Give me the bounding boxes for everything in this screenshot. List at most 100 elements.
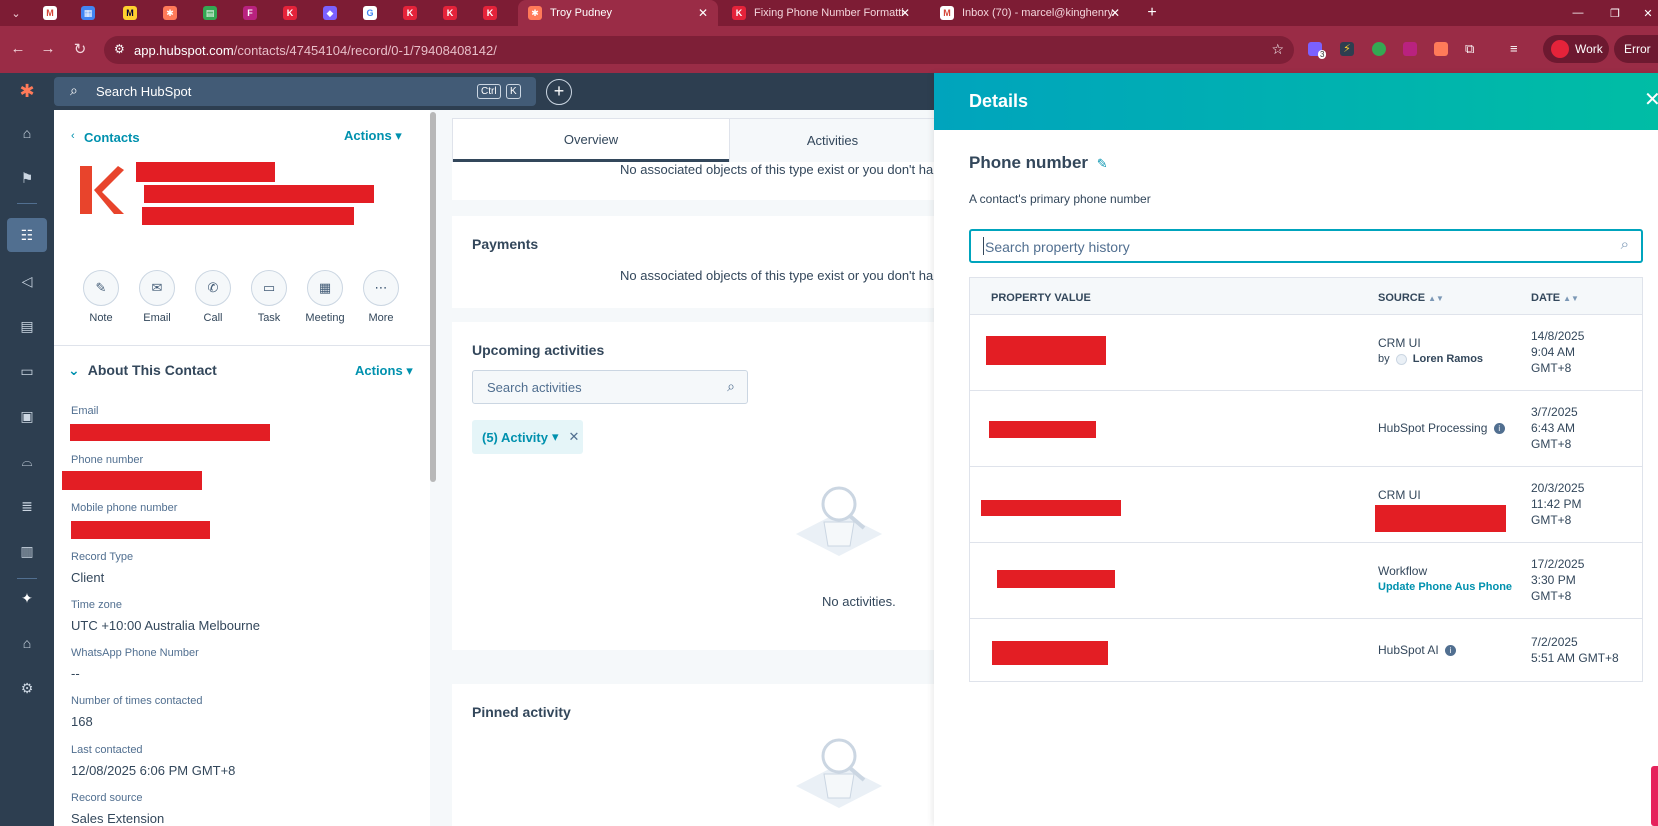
pinned-tab-k1[interactable]: K bbox=[272, 0, 308, 26]
service-icon[interactable]: ⌓ bbox=[17, 451, 37, 471]
property-value-last-contacted[interactable]: 12/08/2025 6:06 PM GMT+8 bbox=[71, 763, 235, 778]
close-tab-icon[interactable]: ✕ bbox=[1110, 6, 1120, 20]
bookmark-star-icon[interactable]: ☆ bbox=[1271, 41, 1284, 58]
pinned-tab-miro[interactable]: M bbox=[112, 0, 148, 26]
meeting-action-button[interactable]: ▦ Meeting bbox=[297, 270, 353, 324]
content-icon[interactable]: ▤ bbox=[17, 316, 37, 336]
browser-error-chip[interactable]: Error bbox=[1614, 35, 1658, 63]
sheets-icon: ▤ bbox=[203, 6, 217, 20]
table-row: HubSpot Processing i 3/7/2025 6:43 AM GM… bbox=[970, 391, 1642, 467]
task-action-button[interactable]: ▭ Task bbox=[241, 270, 297, 324]
pinned-tab-figma[interactable]: ◆ bbox=[312, 0, 348, 26]
minimize-icon[interactable]: — bbox=[1570, 0, 1586, 26]
tab-overview[interactable]: Overview bbox=[453, 119, 729, 162]
global-search-input[interactable]: ⌕ Search HubSpot Ctrl K bbox=[54, 77, 536, 106]
pinned-tab-k4[interactable]: K bbox=[472, 0, 508, 26]
pinned-tab-google[interactable]: G bbox=[352, 0, 388, 26]
close-tab-icon[interactable]: ✕ bbox=[900, 6, 910, 20]
marketplace-icon[interactable]: ⌂ bbox=[17, 633, 37, 653]
url-omnibox[interactable]: ⚙ app.hubspot.com/contacts/47454104/reco… bbox=[104, 36, 1294, 64]
restore-icon[interactable]: ❐ bbox=[1607, 0, 1623, 26]
k-logo-icon: K bbox=[443, 6, 457, 20]
redacted-email-value[interactable] bbox=[70, 424, 270, 441]
pinned-tab-k3[interactable]: K bbox=[432, 0, 468, 26]
bookmark-icon[interactable]: ⚑ bbox=[17, 168, 37, 188]
tab-troy-pudney[interactable]: ✱ Troy Pudney ✕ bbox=[518, 0, 718, 26]
source-cell: HubSpot AI i bbox=[1378, 643, 1457, 657]
pinned-tab-k2[interactable]: K bbox=[392, 0, 428, 26]
floating-widget-tab[interactable] bbox=[1651, 766, 1658, 826]
pinned-tab-gmail[interactable]: M bbox=[32, 0, 68, 26]
workflow-link[interactable]: Update Phone Aus Phone bbox=[1378, 581, 1512, 593]
tab-fixing-phone-number[interactable]: K Fixing Phone Number Formatting ✕ bbox=[722, 0, 920, 26]
email-action-button[interactable]: ✉ Email bbox=[129, 270, 185, 324]
marketing-megaphone-icon[interactable]: ◁ bbox=[17, 271, 37, 291]
redacted-mobile-value[interactable] bbox=[71, 521, 210, 539]
about-section-toggle[interactable]: ⌄ About This Contact bbox=[68, 362, 217, 379]
property-value-time-zone[interactable]: UTC +10:00 Australia Melbourne bbox=[71, 618, 260, 633]
extension-badge: 3 bbox=[1318, 50, 1327, 59]
forward-arrow-icon[interactable]: → bbox=[38, 40, 58, 57]
wallet-icon[interactable]: ▣ bbox=[17, 406, 37, 426]
redacted-phone-value[interactable] bbox=[62, 471, 202, 490]
property-value-times-contacted[interactable]: 168 bbox=[71, 714, 93, 729]
puzzle-extensions-icon[interactable]: ⧉ bbox=[1465, 42, 1479, 56]
more-action-button[interactable]: ⋯ More bbox=[353, 270, 409, 324]
tab-search-chevron-icon[interactable]: ⌄ bbox=[4, 0, 28, 26]
reports-icon[interactable]: ▥ bbox=[17, 541, 37, 561]
k-logo-icon: K bbox=[732, 6, 746, 20]
tab-inbox[interactable]: M Inbox (70) - marcel@kinghenry. ✕ bbox=[930, 0, 1130, 26]
info-icon[interactable]: i bbox=[1445, 645, 1457, 657]
property-value-record-source[interactable]: Sales Extension bbox=[71, 811, 164, 826]
settings-gear-icon[interactable]: ⚙ bbox=[17, 678, 37, 698]
ai-sparkle-icon[interactable]: ✦ bbox=[17, 588, 37, 608]
commerce-icon[interactable]: ▭ bbox=[17, 361, 37, 381]
info-icon[interactable]: i bbox=[1493, 423, 1505, 435]
data-management-icon[interactable]: ≣ bbox=[17, 496, 37, 516]
record-actions-dropdown[interactable]: Actions ▾ bbox=[344, 128, 402, 144]
property-value-record-type[interactable]: Client bbox=[71, 570, 104, 585]
remove-filter-icon[interactable]: ✕ bbox=[569, 429, 580, 445]
home-icon[interactable]: ⌂ bbox=[17, 123, 37, 143]
reload-icon[interactable]: ↻ bbox=[70, 40, 90, 58]
back-arrow-icon[interactable]: ← bbox=[8, 40, 28, 57]
property-label-last-contacted: Last contacted bbox=[71, 744, 143, 756]
pinned-tab-forms[interactable]: F bbox=[232, 0, 268, 26]
pencil-note-icon: ✎ bbox=[83, 270, 119, 306]
activity-filter-chip[interactable]: (5) Activity ▾ ✕ bbox=[472, 420, 583, 454]
property-value-whatsapp[interactable]: -- bbox=[71, 666, 80, 681]
green-extension-icon[interactable] bbox=[1372, 42, 1386, 56]
hubspot-logo-icon[interactable]: ✱ bbox=[17, 81, 37, 101]
create-new-button[interactable]: + bbox=[546, 79, 572, 105]
activity-search-input[interactable]: Search activities ⌕ bbox=[472, 370, 748, 404]
pinned-tab-sheets[interactable]: ▤ bbox=[192, 0, 228, 26]
property-history-search-input[interactable]: Search property history ⌕ bbox=[969, 229, 1643, 263]
media-control-icon[interactable]: ≡ bbox=[1510, 42, 1524, 56]
close-icon[interactable]: ✕ bbox=[1644, 87, 1658, 112]
section-divider bbox=[54, 345, 430, 346]
redacted-property-value bbox=[992, 641, 1108, 665]
forms-extension-icon[interactable] bbox=[1403, 42, 1417, 56]
hubspot-extension-icon[interactable] bbox=[1434, 42, 1448, 56]
close-tab-icon[interactable]: ✕ bbox=[698, 6, 708, 20]
note-action-button[interactable]: ✎ Note bbox=[73, 270, 129, 324]
column-date[interactable]: DATE ▲▼ bbox=[1531, 292, 1579, 304]
table-row: HubSpot AI i 7/2/2025 5:51 AM GMT+8 bbox=[970, 619, 1642, 681]
call-action-button[interactable]: ✆ Call bbox=[185, 270, 241, 324]
shortcut-ctrl-key: Ctrl bbox=[477, 84, 501, 99]
column-source[interactable]: SOURCE ▲▼ bbox=[1378, 292, 1444, 304]
lightning-extension-icon[interactable]: ⚡ bbox=[1340, 42, 1354, 56]
window-close-icon[interactable]: ✕ bbox=[1640, 0, 1656, 26]
pinned-tab-hubspot[interactable]: ✱ bbox=[152, 0, 188, 26]
profile-avatar bbox=[1551, 40, 1569, 58]
tab-activities[interactable]: Activities bbox=[729, 119, 935, 162]
edit-pencil-icon[interactable]: ✎ bbox=[1097, 156, 1108, 171]
site-info-icon[interactable]: ⚙ bbox=[114, 42, 125, 56]
about-actions-dropdown[interactable]: Actions ▾ bbox=[355, 363, 413, 379]
contact-panel-scrollbar[interactable] bbox=[430, 112, 436, 482]
new-tab-button[interactable]: + bbox=[1142, 0, 1162, 26]
table-row: CRM UI 20/3/2025 11:42 PM GMT+8 bbox=[970, 467, 1642, 543]
profile-chip[interactable]: Work bbox=[1543, 35, 1609, 63]
pinned-tab-calendar[interactable]: ▦ bbox=[70, 0, 106, 26]
breadcrumb-contacts[interactable]: Contacts bbox=[84, 130, 140, 145]
